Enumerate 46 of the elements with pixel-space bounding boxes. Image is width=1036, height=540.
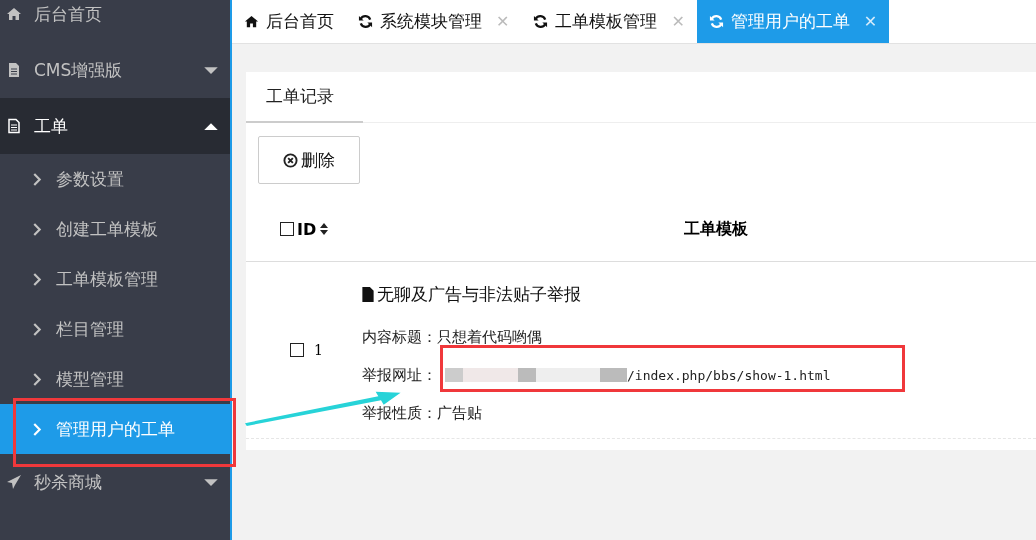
- chevron-icon: [33, 222, 42, 236]
- chevron-icon: [33, 172, 42, 186]
- sidebar-subitem[interactable]: 模型管理: [0, 354, 230, 404]
- column-header[interactable]: ID: [297, 219, 317, 239]
- chevron-icon: [33, 272, 42, 286]
- checkbox[interactable]: [280, 222, 294, 236]
- ticket-title: 无聊及广告与非法贴子举报: [377, 282, 581, 306]
- delete-button[interactable]: 删除: [258, 136, 360, 184]
- home-icon: [6, 6, 22, 22]
- field-label: 举报性质：: [362, 403, 437, 423]
- home-icon: [244, 14, 259, 29]
- sort-icon[interactable]: [319, 222, 330, 236]
- tab[interactable]: 工单模板管理 ✕: [521, 0, 697, 43]
- tab[interactable]: 系统模块管理 ✕: [346, 0, 522, 43]
- field-value: 只想着代码哟偶: [437, 327, 542, 347]
- refresh-icon: [708, 14, 724, 29]
- field-label: 举报网址：: [362, 365, 437, 385]
- sidebar-subitem[interactable]: 工单模板管理: [0, 254, 230, 304]
- document-icon: [6, 62, 22, 78]
- field-value: 广告贴: [437, 403, 482, 423]
- caret-icon: [204, 477, 218, 487]
- chevron-icon: [33, 422, 42, 436]
- sidebar-subitem[interactable]: 栏目管理: [0, 304, 230, 354]
- sidebar-subitem[interactable]: 参数设置: [0, 154, 230, 204]
- panel-tab[interactable]: 工单记录: [246, 72, 363, 123]
- table-cell: 1: [314, 342, 323, 358]
- sidebar-item[interactable]: 工单: [0, 98, 230, 154]
- chevron-icon: [33, 322, 42, 336]
- refresh-icon: [533, 14, 549, 29]
- caret-icon: [204, 65, 218, 75]
- caret-icon: [204, 121, 218, 131]
- sidebar-subitem[interactable]: 创建工单模板: [0, 204, 230, 254]
- sidebar-item[interactable]: CMS增强版: [0, 42, 230, 98]
- sidebar-item[interactable]: 秒杀商城: [0, 454, 230, 510]
- document-icon: [362, 286, 374, 302]
- field-value: /index.php/bbs/show-1.html: [627, 367, 831, 383]
- document-icon: [6, 118, 22, 134]
- tab[interactable]: 后台首页: [232, 0, 346, 43]
- field-label: 内容标题：: [362, 327, 437, 347]
- close-circle-icon: [283, 152, 298, 168]
- chevron-icon: [33, 372, 42, 386]
- refresh-icon: [358, 14, 373, 29]
- column-header: 工单模板: [684, 218, 748, 238]
- sidebar-item[interactable]: 后台首页: [0, 0, 230, 42]
- checkbox[interactable]: [290, 343, 304, 357]
- paper-plane-icon: [6, 474, 22, 490]
